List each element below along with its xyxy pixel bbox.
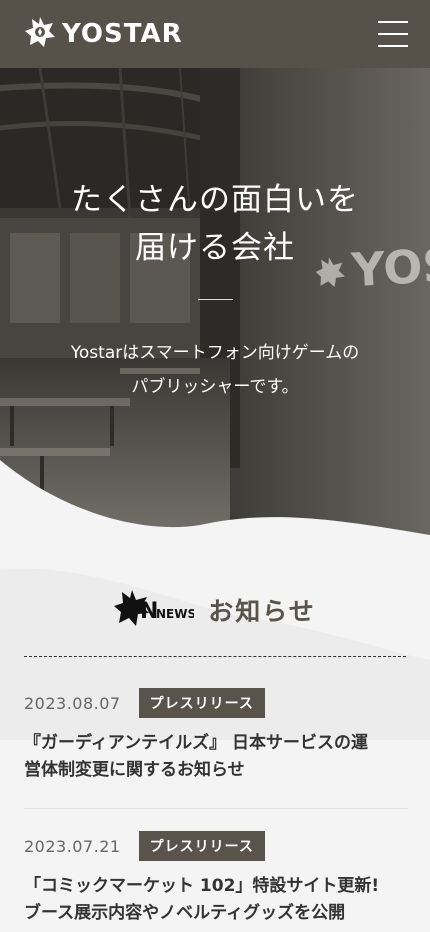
yostar-star-icon <box>24 16 56 52</box>
news-date: 2023.07.21 <box>24 836 121 856</box>
news-meta: 2023.08.07 プレスリリース <box>24 688 408 718</box>
news-meta: 2023.07.21 プレスリリース <box>24 831 408 861</box>
news-headline-link[interactable]: 「コミックマーケット 102」特設サイト更新! ブース展示内容やノベルティグッズ… <box>24 873 408 927</box>
site-header: YOSTAR <box>0 0 430 68</box>
news-divider <box>24 656 406 657</box>
news-item-separator <box>24 808 408 809</box>
news-item[interactable]: 2023.08.07 プレスリリース 『ガーディアンテイルズ』 日本サービスの運… <box>24 688 408 784</box>
news-heading: N NEWS お知らせ <box>0 588 430 632</box>
site-logo[interactable]: YOSTAR <box>24 16 183 52</box>
hero-divider <box>198 299 233 300</box>
news-headline-link[interactable]: 『ガーディアンテイルズ』 日本サービスの運 営体制変更に関するお知らせ <box>24 730 408 784</box>
news-tag[interactable]: プレスリリース <box>138 688 265 718</box>
hero-description: Yostarはスマートフォン向けゲームの パブリッシャーです。 <box>70 343 360 397</box>
news-tag[interactable]: プレスリリース <box>138 831 265 861</box>
hamburger-menu-icon[interactable] <box>378 21 408 47</box>
svg-text:NEWS: NEWS <box>156 607 194 621</box>
news-logo-icon: N NEWS <box>114 588 196 632</box>
news-title: お知らせ <box>208 597 316 626</box>
logo-wordmark: YOSTAR <box>62 19 183 49</box>
news-item[interactable]: 2023.07.21 プレスリリース 「コミックマーケット 102」特設サイト更… <box>24 831 408 927</box>
news-date: 2023.08.07 <box>24 693 121 713</box>
hero-title: たくさんの面白いを 届ける会社 <box>71 182 359 266</box>
